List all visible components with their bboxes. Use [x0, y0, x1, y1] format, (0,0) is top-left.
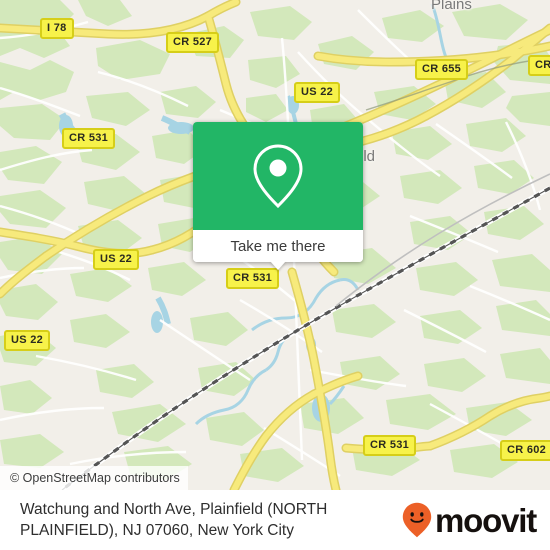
- moovit-logo[interactable]: moovit: [402, 502, 550, 538]
- road-shield-us-22-top[interactable]: US 22: [294, 82, 341, 103]
- road-shield-cr-602[interactable]: CR 602: [500, 440, 550, 461]
- moovit-smiley-pin-icon: [402, 502, 432, 538]
- osm-attribution-text: © OpenStreetMap contributors: [10, 471, 180, 485]
- map-viewport[interactable]: Plains eld I 78 CR 527 CR 655 CR US 22 C…: [0, 0, 550, 490]
- popup-header: [193, 122, 363, 230]
- location-popup[interactable]: Take me there: [193, 122, 363, 270]
- popup-action-bar[interactable]: Take me there: [193, 230, 363, 262]
- road-shield-cr-527[interactable]: CR 527: [166, 32, 220, 53]
- location-title: Watchung and North Ave, Plainfield (NORT…: [20, 501, 328, 539]
- popup-tail: [270, 261, 286, 270]
- footer-bar: Watchung and North Ave, Plainfield (NORT…: [0, 490, 550, 550]
- road-shield-i-78[interactable]: I 78: [40, 18, 74, 39]
- moovit-wordmark: moovit: [435, 501, 537, 539]
- attribution-bar: © OpenStreetMap contributors: [0, 466, 188, 490]
- map-pin-outline-icon: [253, 144, 303, 209]
- road-shield-cr-right[interactable]: CR: [528, 55, 550, 76]
- road-shield-cr-655[interactable]: CR 655: [415, 59, 469, 80]
- road-shield-cr-531-se[interactable]: CR 531: [363, 435, 417, 456]
- place-label-plains: Plains: [431, 0, 472, 13]
- map-screenshot: Plains eld I 78 CR 527 CR 655 CR US 22 C…: [0, 0, 550, 550]
- road-shield-cr-531-c[interactable]: CR 531: [226, 268, 280, 289]
- take-me-there-label: Take me there: [230, 237, 326, 255]
- road-shield-us-22-sw[interactable]: US 22: [4, 330, 51, 351]
- road-shield-us-22-mid[interactable]: US 22: [93, 249, 140, 270]
- road-shield-cr-531-nw[interactable]: CR 531: [62, 128, 116, 149]
